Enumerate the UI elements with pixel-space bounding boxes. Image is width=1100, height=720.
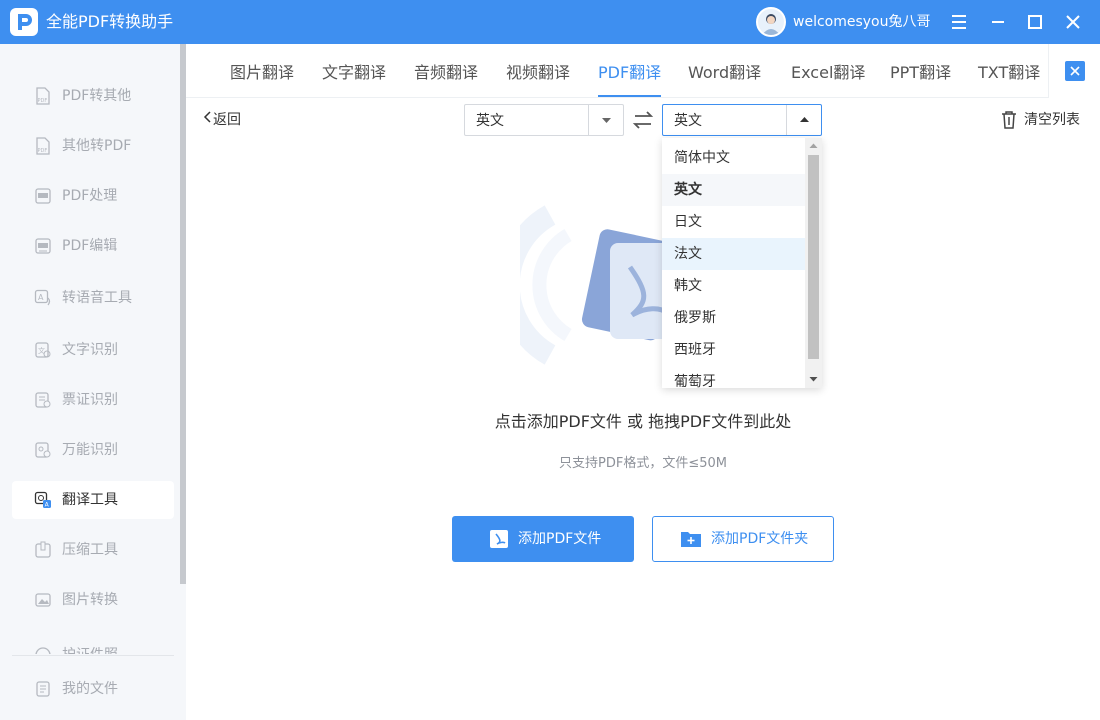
chevron-left-icon (203, 110, 213, 130)
source-language-value: 英文 (476, 113, 504, 129)
sidebar-item-pdf-edit[interactable]: PDF编辑 (12, 227, 174, 265)
tab-bar-end (1048, 44, 1100, 98)
tab-text-translate[interactable]: 文字翻译 (322, 62, 386, 84)
maximize-icon[interactable] (1023, 10, 1047, 34)
sidebar-item-image-convert[interactable]: 图片转换 (12, 581, 174, 619)
text-to-speech-icon: A (34, 289, 52, 307)
sidebar-item-my-files[interactable]: 我的文件 (12, 670, 174, 708)
language-option[interactable]: 英文 (662, 174, 805, 206)
active-tab-indicator (598, 95, 661, 97)
pdf-edit-icon (34, 237, 52, 255)
sidebar-item-pdf-process[interactable]: PDF处理 (12, 177, 174, 215)
pdf-process-icon (34, 187, 52, 205)
app-title: 全能PDF转换助手 (46, 12, 174, 31)
pdf-file-icon: PDF (34, 87, 52, 105)
pdf-add-icon (489, 529, 509, 549)
sidebar-item-compress[interactable]: 压缩工具 (12, 531, 174, 569)
sidebar-item-translate[interactable]: A 翻译工具 (12, 481, 174, 519)
svg-text:A: A (38, 293, 44, 302)
dropdown-scrollbar[interactable] (805, 138, 822, 388)
drop-zone-text[interactable]: 点击添加PDF文件 或 拖拽PDF文件到此处 (186, 411, 1100, 433)
language-option[interactable]: 韩文 (662, 270, 805, 302)
chevron-down-icon[interactable] (588, 105, 623, 135)
pdf-file-icon: PDF (34, 137, 52, 155)
language-option[interactable]: 法文 (662, 238, 805, 270)
sidebar-item-id-photo[interactable]: 护证件照 (12, 636, 174, 654)
image-convert-icon (34, 591, 52, 609)
sidebar-divider (12, 655, 174, 656)
sidebar-item-pdf-to-other[interactable]: PDF PDF转其他 (12, 77, 174, 115)
sidebar: PDF PDF转其他 PDF 其他转PDF PDF处理 PDF编辑 A 转语音工… (0, 44, 186, 720)
add-pdf-file-button[interactable]: 添加PDF文件 (452, 516, 634, 562)
folder-add-icon (680, 529, 702, 549)
language-option[interactable]: 日文 (662, 206, 805, 238)
dropdown-scroll-thumb[interactable] (808, 155, 819, 359)
sidebar-item-text-to-speech[interactable]: A 转语音工具 (12, 279, 174, 317)
my-files-icon (34, 680, 52, 698)
avatar[interactable] (756, 7, 786, 37)
back-label: 返回 (213, 112, 241, 128)
id-photo-icon (34, 646, 52, 654)
tab-txt-translate[interactable]: TXT翻译 (978, 62, 1040, 84)
trash-icon (1000, 110, 1018, 134)
target-language-value: 英文 (674, 113, 702, 129)
target-language-select[interactable]: 英文 (662, 104, 822, 136)
universal-scan-icon (34, 441, 52, 459)
sidebar-scrollbar[interactable] (180, 44, 186, 584)
sidebar-item-ticket-scan[interactable]: 票证识别 (12, 381, 174, 419)
source-language-select[interactable]: 英文 (464, 104, 624, 136)
tab-video-translate[interactable]: 视频翻译 (506, 62, 570, 84)
ocr-icon: 文 (34, 341, 52, 359)
scroll-down-arrow-icon[interactable] (809, 375, 818, 383)
swap-languages-icon[interactable] (632, 109, 654, 131)
scroll-up-arrow-icon[interactable] (809, 142, 818, 150)
svg-text:PDF: PDF (38, 98, 48, 104)
language-option[interactable]: 简体中文 (662, 142, 805, 174)
sidebar-item-universal-scan[interactable]: 万能识别 (12, 431, 174, 469)
svg-text:PDF: PDF (38, 148, 48, 154)
compress-icon (34, 541, 52, 559)
add-pdf-folder-button[interactable]: 添加PDF文件夹 (652, 516, 834, 562)
language-option[interactable]: 俄罗斯 (662, 302, 805, 334)
menu-icon[interactable] (947, 10, 971, 34)
language-option[interactable]: 西班牙 (662, 334, 805, 366)
chevron-up-icon[interactable] (786, 105, 821, 135)
close-icon[interactable] (1061, 10, 1085, 34)
ticket-scan-icon (34, 391, 52, 409)
translate-icon: A (34, 491, 52, 509)
pdf-p-logo-icon (10, 8, 38, 36)
tab-ppt-translate[interactable]: PPT翻译 (890, 62, 951, 84)
back-button[interactable]: 返回 (203, 110, 241, 130)
minimize-icon[interactable] (986, 10, 1010, 34)
target-language-dropdown: 简体中文 英文 日文 法文 韩文 俄罗斯 西班牙 葡萄牙 (662, 138, 822, 388)
tab-image-translate[interactable]: 图片翻译 (230, 62, 294, 84)
file-format-hint: 只支持PDF格式，文件≤50M (559, 456, 727, 471)
close-panel-icon[interactable] (1065, 61, 1085, 81)
tab-excel-translate[interactable]: Excel翻译 (791, 62, 865, 84)
sidebar-item-other-to-pdf[interactable]: PDF 其他转PDF (12, 127, 174, 165)
tab-pdf-translate[interactable]: PDF翻译 (598, 62, 661, 84)
tab-word-translate[interactable]: Word翻译 (688, 62, 761, 84)
translation-tabs: 图片翻译 文字翻译 音频翻译 视频翻译 PDF翻译 Word翻译 Excel翻译… (186, 44, 1048, 98)
title-bar: 全能PDF转换助手 welcomesyou兔八哥 (0, 0, 1100, 44)
username[interactable]: welcomesyou兔八哥 (793, 12, 930, 32)
sidebar-item-ocr[interactable]: 文 文字识别 (12, 331, 174, 369)
pdf-upload-illustration-icon (497, 195, 680, 375)
language-option[interactable]: 葡萄牙 (662, 366, 805, 388)
tab-audio-translate[interactable]: 音频翻译 (414, 62, 478, 84)
